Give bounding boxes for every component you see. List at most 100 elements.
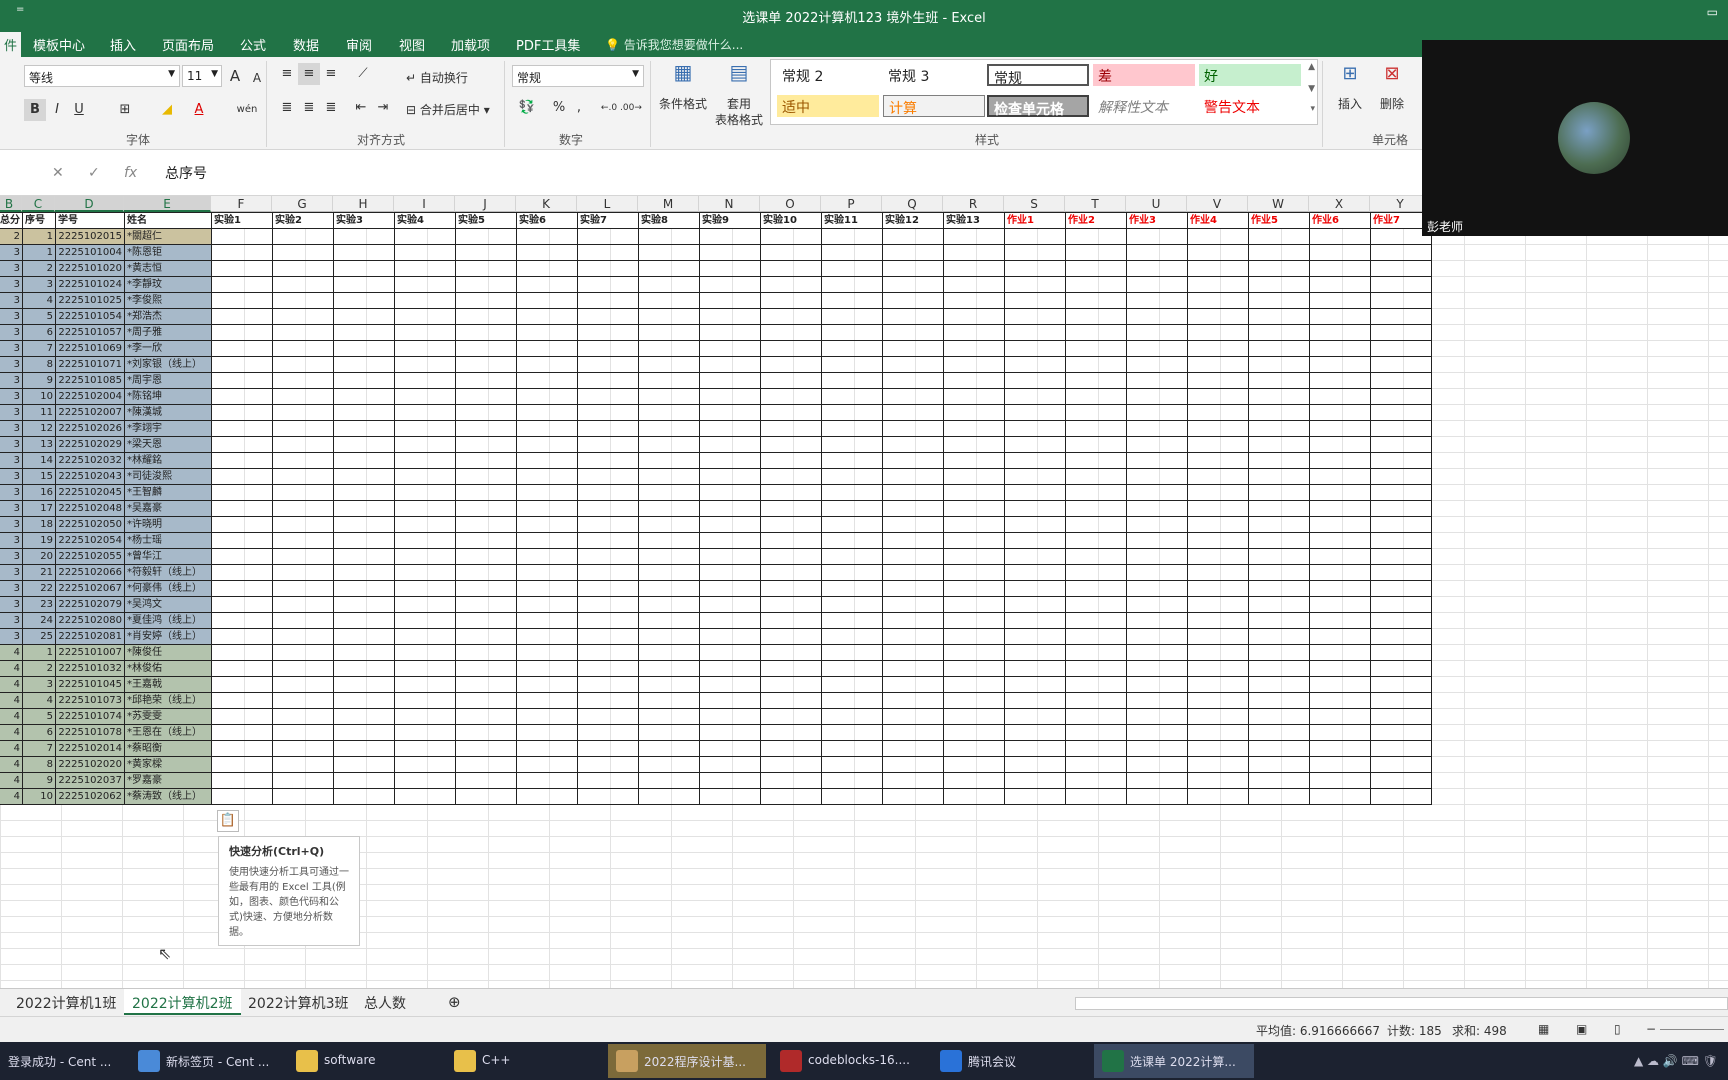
header-cell[interactable]: 实验3 xyxy=(333,212,395,229)
empty-cell[interactable] xyxy=(1187,468,1249,485)
empty-cell[interactable] xyxy=(760,324,822,341)
table-cell[interactable]: 2225102043 xyxy=(55,468,125,485)
empty-cell[interactable] xyxy=(1370,612,1432,629)
align-top-icon[interactable]: ≡ xyxy=(276,63,298,85)
empty-cell[interactable] xyxy=(1370,356,1432,373)
empty-cell[interactable] xyxy=(211,676,273,693)
empty-cell[interactable] xyxy=(699,772,761,789)
header-cell[interactable]: 实验13 xyxy=(943,212,1005,229)
empty-cell[interactable] xyxy=(1126,564,1188,581)
empty-cell[interactable] xyxy=(516,772,578,789)
empty-cell[interactable] xyxy=(1126,404,1188,421)
column-header-T[interactable]: T xyxy=(1065,196,1126,212)
empty-cell[interactable] xyxy=(333,468,395,485)
table-cell[interactable]: 2225101069 xyxy=(55,340,125,357)
empty-cell[interactable] xyxy=(333,404,395,421)
empty-cell[interactable] xyxy=(1065,404,1127,421)
empty-cell[interactable] xyxy=(455,516,517,533)
empty-cell[interactable] xyxy=(1126,708,1188,725)
empty-cell[interactable] xyxy=(760,660,822,677)
empty-cell[interactable] xyxy=(1065,452,1127,469)
empty-cell[interactable] xyxy=(455,532,517,549)
empty-cell[interactable] xyxy=(821,372,883,389)
empty-cell[interactable] xyxy=(272,692,334,709)
empty-cell[interactable] xyxy=(455,772,517,789)
table-cell[interactable]: 9 xyxy=(22,372,56,389)
table-format-label-2[interactable]: 表格格式 xyxy=(707,111,771,128)
empty-cell[interactable] xyxy=(272,388,334,405)
empty-cell[interactable] xyxy=(821,516,883,533)
empty-cell[interactable] xyxy=(333,372,395,389)
empty-cell[interactable] xyxy=(455,324,517,341)
empty-cell[interactable] xyxy=(882,516,944,533)
empty-cell[interactable] xyxy=(1065,324,1127,341)
empty-cell[interactable] xyxy=(1126,484,1188,501)
table-cell[interactable]: 8 xyxy=(22,756,56,773)
empty-cell[interactable] xyxy=(1065,388,1127,405)
empty-cell[interactable] xyxy=(1309,532,1371,549)
table-cell[interactable]: 2 xyxy=(0,228,23,245)
empty-cell[interactable] xyxy=(1004,260,1066,277)
empty-cell[interactable] xyxy=(760,788,822,805)
empty-cell[interactable] xyxy=(394,356,456,373)
empty-cell[interactable] xyxy=(333,740,395,757)
table-cell[interactable]: 3 xyxy=(22,276,56,293)
empty-cell[interactable] xyxy=(699,420,761,437)
empty-cell[interactable] xyxy=(1065,692,1127,709)
empty-cell[interactable] xyxy=(943,596,1005,613)
empty-cell[interactable] xyxy=(882,628,944,645)
table-cell[interactable]: 2225102045 xyxy=(55,484,125,501)
bold-button[interactable]: B xyxy=(24,99,46,121)
empty-cell[interactable] xyxy=(516,564,578,581)
empty-cell[interactable] xyxy=(1187,388,1249,405)
table-cell[interactable]: 2225101007 xyxy=(55,644,125,661)
empty-cell[interactable] xyxy=(1004,564,1066,581)
empty-cell[interactable] xyxy=(577,292,639,309)
empty-cell[interactable] xyxy=(821,356,883,373)
empty-cell[interactable] xyxy=(1309,564,1371,581)
empty-cell[interactable] xyxy=(1248,404,1310,421)
empty-cell[interactable] xyxy=(1309,644,1371,661)
table-cell[interactable]: 2225101045 xyxy=(55,676,125,693)
empty-cell[interactable] xyxy=(821,484,883,501)
empty-cell[interactable] xyxy=(943,228,1005,245)
empty-cell[interactable] xyxy=(577,756,639,773)
empty-cell[interactable] xyxy=(1126,788,1188,805)
empty-cell[interactable] xyxy=(516,788,578,805)
empty-cell[interactable] xyxy=(882,260,944,277)
empty-cell[interactable] xyxy=(394,228,456,245)
empty-cell[interactable] xyxy=(943,276,1005,293)
empty-cell[interactable] xyxy=(1065,484,1127,501)
empty-cell[interactable] xyxy=(638,644,700,661)
empty-cell[interactable] xyxy=(1248,420,1310,437)
empty-cell[interactable] xyxy=(760,516,822,533)
empty-cell[interactable] xyxy=(516,676,578,693)
table-cell[interactable]: 2225101071 xyxy=(55,356,125,373)
italic-button[interactable]: I xyxy=(46,99,68,121)
table-cell[interactable]: 2225101020 xyxy=(55,260,125,277)
empty-cell[interactable] xyxy=(760,564,822,581)
header-cell[interactable]: 实验12 xyxy=(882,212,944,229)
empty-cell[interactable] xyxy=(638,676,700,693)
empty-cell[interactable] xyxy=(272,564,334,581)
empty-cell[interactable] xyxy=(455,596,517,613)
empty-cell[interactable] xyxy=(1004,580,1066,597)
empty-cell[interactable] xyxy=(1248,468,1310,485)
table-cell[interactable]: *蔡涛致（线上） xyxy=(124,788,212,805)
empty-cell[interactable] xyxy=(638,356,700,373)
empty-cell[interactable] xyxy=(394,500,456,517)
empty-cell[interactable] xyxy=(394,340,456,357)
empty-cell[interactable] xyxy=(394,740,456,757)
decrease-decimal-icon[interactable]: .00→ xyxy=(620,97,642,119)
horizontal-scrollbar[interactable] xyxy=(1075,997,1728,1010)
empty-cell[interactable] xyxy=(1126,436,1188,453)
empty-cell[interactable] xyxy=(882,580,944,597)
sheet-tab-total[interactable]: 总人数 xyxy=(356,993,414,1013)
empty-cell[interactable] xyxy=(1187,612,1249,629)
table-cell[interactable]: 2225102007 xyxy=(55,404,125,421)
empty-cell[interactable] xyxy=(516,692,578,709)
empty-cell[interactable] xyxy=(882,596,944,613)
empty-cell[interactable] xyxy=(882,436,944,453)
empty-cell[interactable] xyxy=(760,628,822,645)
table-cell[interactable]: 2225101024 xyxy=(55,276,125,293)
